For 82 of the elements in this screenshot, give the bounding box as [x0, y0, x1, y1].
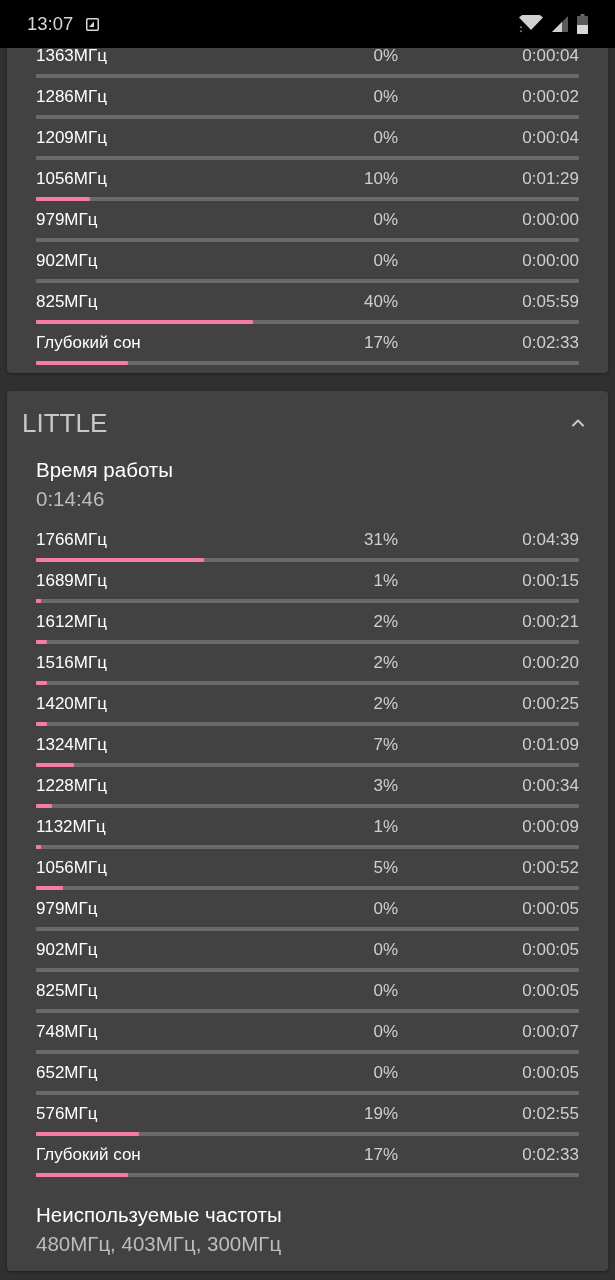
frequency-label: 825МГц — [36, 291, 98, 313]
time-value: 0:01:29 — [522, 168, 579, 190]
frequency-label: 1132МГц — [36, 816, 106, 838]
percent-value: 0% — [373, 1062, 398, 1084]
frequency-label: 979МГц — [36, 209, 98, 231]
frequency-label: 576МГц — [36, 1103, 98, 1125]
time-value: 0:00:52 — [522, 857, 579, 879]
frequency-label: 652МГц — [36, 1062, 98, 1084]
frequency-label: 902МГц — [36, 939, 98, 961]
time-value: 0:02:33 — [522, 1144, 579, 1166]
percent-value: 3% — [373, 775, 398, 797]
frequency-label: 1286МГц — [36, 86, 107, 108]
percent-value: 5% — [373, 857, 398, 879]
frequency-label: 1689МГц — [36, 570, 107, 592]
percent-value: 40% — [363, 291, 398, 313]
frequency-label: 1363МГц — [36, 48, 107, 67]
percent-value: 17% — [363, 1144, 398, 1166]
frequency-label: 1612МГц — [36, 611, 107, 633]
time-value: 0:00:04 — [522, 48, 579, 67]
time-value: 0:00:21 — [522, 611, 579, 633]
time-value: 0:01:09 — [522, 734, 579, 756]
time-value: 0:00:34 — [522, 775, 579, 797]
percent-value: 0% — [373, 939, 398, 961]
frequency-label: 1056МГц — [36, 168, 107, 190]
frequency-label: 1516МГц — [36, 652, 107, 674]
percent-value: 2% — [373, 652, 398, 674]
time-value: 0:00:02 — [522, 86, 579, 108]
frequency-label: 1056МГц — [36, 857, 107, 879]
percent-value: 31% — [363, 529, 398, 551]
frequency-label: 1766МГц — [36, 529, 107, 551]
percent-value: 1% — [373, 570, 398, 592]
battery-icon — [577, 14, 588, 34]
percent-value: 0% — [373, 209, 398, 231]
info-value: 480МГц, 403МГц, 300МГц — [36, 1231, 282, 1257]
percent-value: 19% — [363, 1103, 398, 1125]
percent-value: 7% — [373, 734, 398, 756]
percent-value: 0% — [373, 250, 398, 272]
percent-value: 0% — [373, 48, 398, 67]
percent-value: 1% — [373, 816, 398, 838]
percent-value: 2% — [373, 611, 398, 633]
time-value: 0:05:59 — [522, 291, 579, 313]
frequency-label: 748МГц — [36, 1021, 98, 1043]
percent-value: 0% — [373, 980, 398, 1002]
frequency-label: 1420МГц — [36, 693, 107, 715]
time-value: 0:02:33 — [522, 332, 579, 354]
time-value: 0:02:55 — [522, 1103, 579, 1125]
wifi-icon — [518, 14, 543, 34]
time-value: 0:00:05 — [522, 980, 579, 1002]
time-value: 0:00:07 — [522, 1021, 579, 1043]
frequency-label: 1228МГц — [36, 775, 107, 797]
time-value: 0:00:05 — [522, 1062, 579, 1084]
time-value: 0:00:05 — [522, 898, 579, 920]
image-icon — [86, 17, 100, 31]
percent-value: 0% — [373, 127, 398, 149]
percent-value: 10% — [363, 168, 398, 190]
info-label: Неиспользуемые частоты — [36, 1202, 282, 1228]
time-value: 0:00:04 — [522, 127, 579, 149]
frequency-label: Глубокий сон — [36, 332, 141, 354]
time-value: 0:00:05 — [522, 939, 579, 961]
frequency-label: 1209МГц — [36, 127, 107, 149]
signal-icon — [552, 16, 568, 32]
percent-value: 0% — [373, 898, 398, 920]
frequency-label: 979МГц — [36, 898, 98, 920]
frequency-label: 902МГц — [36, 250, 98, 272]
info-label: Время работы — [36, 457, 173, 483]
percent-value: 0% — [373, 1021, 398, 1043]
card-title: LITTLE — [22, 407, 108, 439]
time-value: 0:00:25 — [522, 693, 579, 715]
time-value: 0:00:00 — [522, 209, 579, 231]
frequency-label: 1324МГц — [36, 734, 107, 756]
frequency-label: Глубокий сон — [36, 1144, 141, 1166]
percent-value: 17% — [363, 332, 398, 354]
status-time: 13:07 — [27, 13, 74, 35]
time-value: 0:00:20 — [522, 652, 579, 674]
info-value: 0:14:46 — [36, 486, 105, 512]
percent-value: 0% — [373, 86, 398, 108]
percent-value: 2% — [373, 693, 398, 715]
time-value: 0:00:15 — [522, 570, 579, 592]
time-value: 0:00:09 — [522, 816, 579, 838]
frequency-label: 825МГц — [36, 980, 98, 1002]
time-value: 0:00:00 — [522, 250, 579, 272]
time-value: 0:04:39 — [522, 529, 579, 551]
